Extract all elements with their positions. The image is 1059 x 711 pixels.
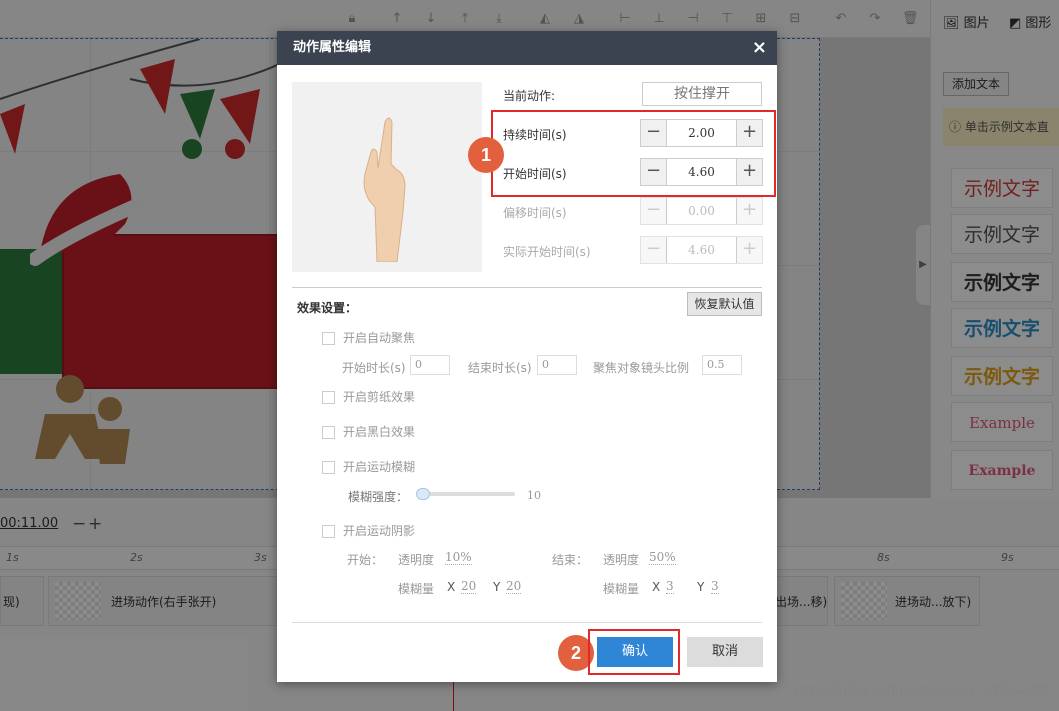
end-opacity-value[interactable]: 50% — [649, 550, 676, 565]
motion-shadow-checkbox[interactable]: 开启运动阴影 — [322, 522, 415, 539]
actual-start-value: 4.60 — [688, 243, 715, 257]
start-y-label: Y — [493, 580, 501, 594]
end-length-label: 结束时长(s) — [468, 361, 532, 375]
actual-start-stepper: − 4.60 + — [640, 236, 763, 264]
start-opacity-value[interactable]: 10% — [445, 550, 472, 565]
increment-button: + — [736, 198, 762, 224]
focus-ratio-input[interactable]: 0.5 — [702, 355, 742, 375]
end-length-input[interactable]: 0 — [537, 355, 577, 375]
annotation-highlight-box — [491, 110, 776, 197]
slider-handle[interactable] — [416, 488, 430, 500]
blur-strength-label: 模糊强度： — [348, 490, 409, 504]
end-opacity-label: 透明度 — [603, 553, 640, 567]
close-icon[interactable]: × — [752, 31, 767, 65]
divider — [292, 622, 762, 623]
checkbox-label: 开启自动聚焦 — [343, 331, 416, 345]
checkbox-box[interactable] — [322, 332, 335, 345]
end-y-label: Y — [697, 580, 705, 594]
annotation-highlight-box — [588, 629, 680, 675]
blur-strength-value: 10 — [527, 489, 541, 502]
annotation-callout: 1 — [468, 137, 504, 173]
increment-button: + — [736, 237, 762, 263]
start-x-label: X — [447, 580, 456, 594]
start-blur-amount-label: 模糊量 — [398, 582, 435, 596]
dialog-title: 动作属性编辑 — [293, 40, 372, 55]
start-x-value[interactable]: 20 — [461, 579, 477, 594]
checkbox-label: 开启黑白效果 — [343, 425, 416, 439]
actual-start-label: 实际开始时间(s) — [503, 245, 591, 259]
autofocus-checkbox[interactable]: 开启自动聚焦 — [322, 329, 415, 346]
blur-strength-slider[interactable] — [417, 492, 515, 496]
checkbox-label: 开启运动模糊 — [343, 460, 416, 474]
shadow-end-label: 结束： — [552, 553, 589, 567]
end-blur-amount-label: 模糊量 — [603, 582, 640, 596]
checkbox-box[interactable] — [322, 426, 335, 439]
start-length-input[interactable]: 0 — [410, 355, 450, 375]
reset-defaults-button[interactable]: 恢复默认值 — [687, 292, 762, 316]
papercut-checkbox[interactable]: 开启剪纸效果 — [322, 388, 415, 405]
checkbox-box[interactable] — [322, 391, 335, 404]
end-x-value[interactable]: 3 — [666, 579, 674, 594]
motion-blur-checkbox[interactable]: 开启运动模糊 — [322, 458, 415, 475]
hand-gesture-image — [363, 117, 406, 262]
black-white-checkbox[interactable]: 开启黑白效果 — [322, 423, 415, 440]
end-y-value[interactable]: 3 — [711, 579, 719, 594]
checkbox-label: 开启运动阴影 — [343, 524, 416, 538]
offset-time-value: 0.00 — [688, 204, 715, 218]
start-y-value[interactable]: 20 — [506, 579, 522, 594]
divider — [292, 287, 762, 288]
current-action-field[interactable]: 按住撑开 — [642, 82, 762, 106]
checkbox-label: 开启剪纸效果 — [343, 390, 416, 404]
checkbox-box[interactable] — [322, 461, 335, 474]
decrement-button: − — [641, 237, 667, 263]
dialog-header: 动作属性编辑 × — [277, 31, 777, 65]
action-preview — [292, 82, 482, 272]
checkbox-box[interactable] — [322, 525, 335, 538]
focus-ratio-label: 聚焦对象镜头比例 — [593, 361, 690, 375]
shadow-start-label: 开始： — [347, 553, 384, 567]
action-properties-dialog: 动作属性编辑 × 当前动作: 按住撑开 持续时间(s) − 2.00 + 开始时… — [277, 31, 777, 682]
decrement-button: − — [641, 198, 667, 224]
start-length-label: 开始时长(s) — [342, 361, 406, 375]
effects-title: 效果设置： — [297, 301, 358, 315]
offset-time-label: 偏移时间(s) — [503, 206, 567, 220]
cancel-button[interactable]: 取消 — [687, 637, 763, 667]
end-x-label: X — [652, 580, 661, 594]
start-opacity-label: 透明度 — [398, 553, 435, 567]
current-action-label: 当前动作: — [503, 89, 556, 103]
offset-time-stepper: − 0.00 + — [640, 197, 763, 225]
